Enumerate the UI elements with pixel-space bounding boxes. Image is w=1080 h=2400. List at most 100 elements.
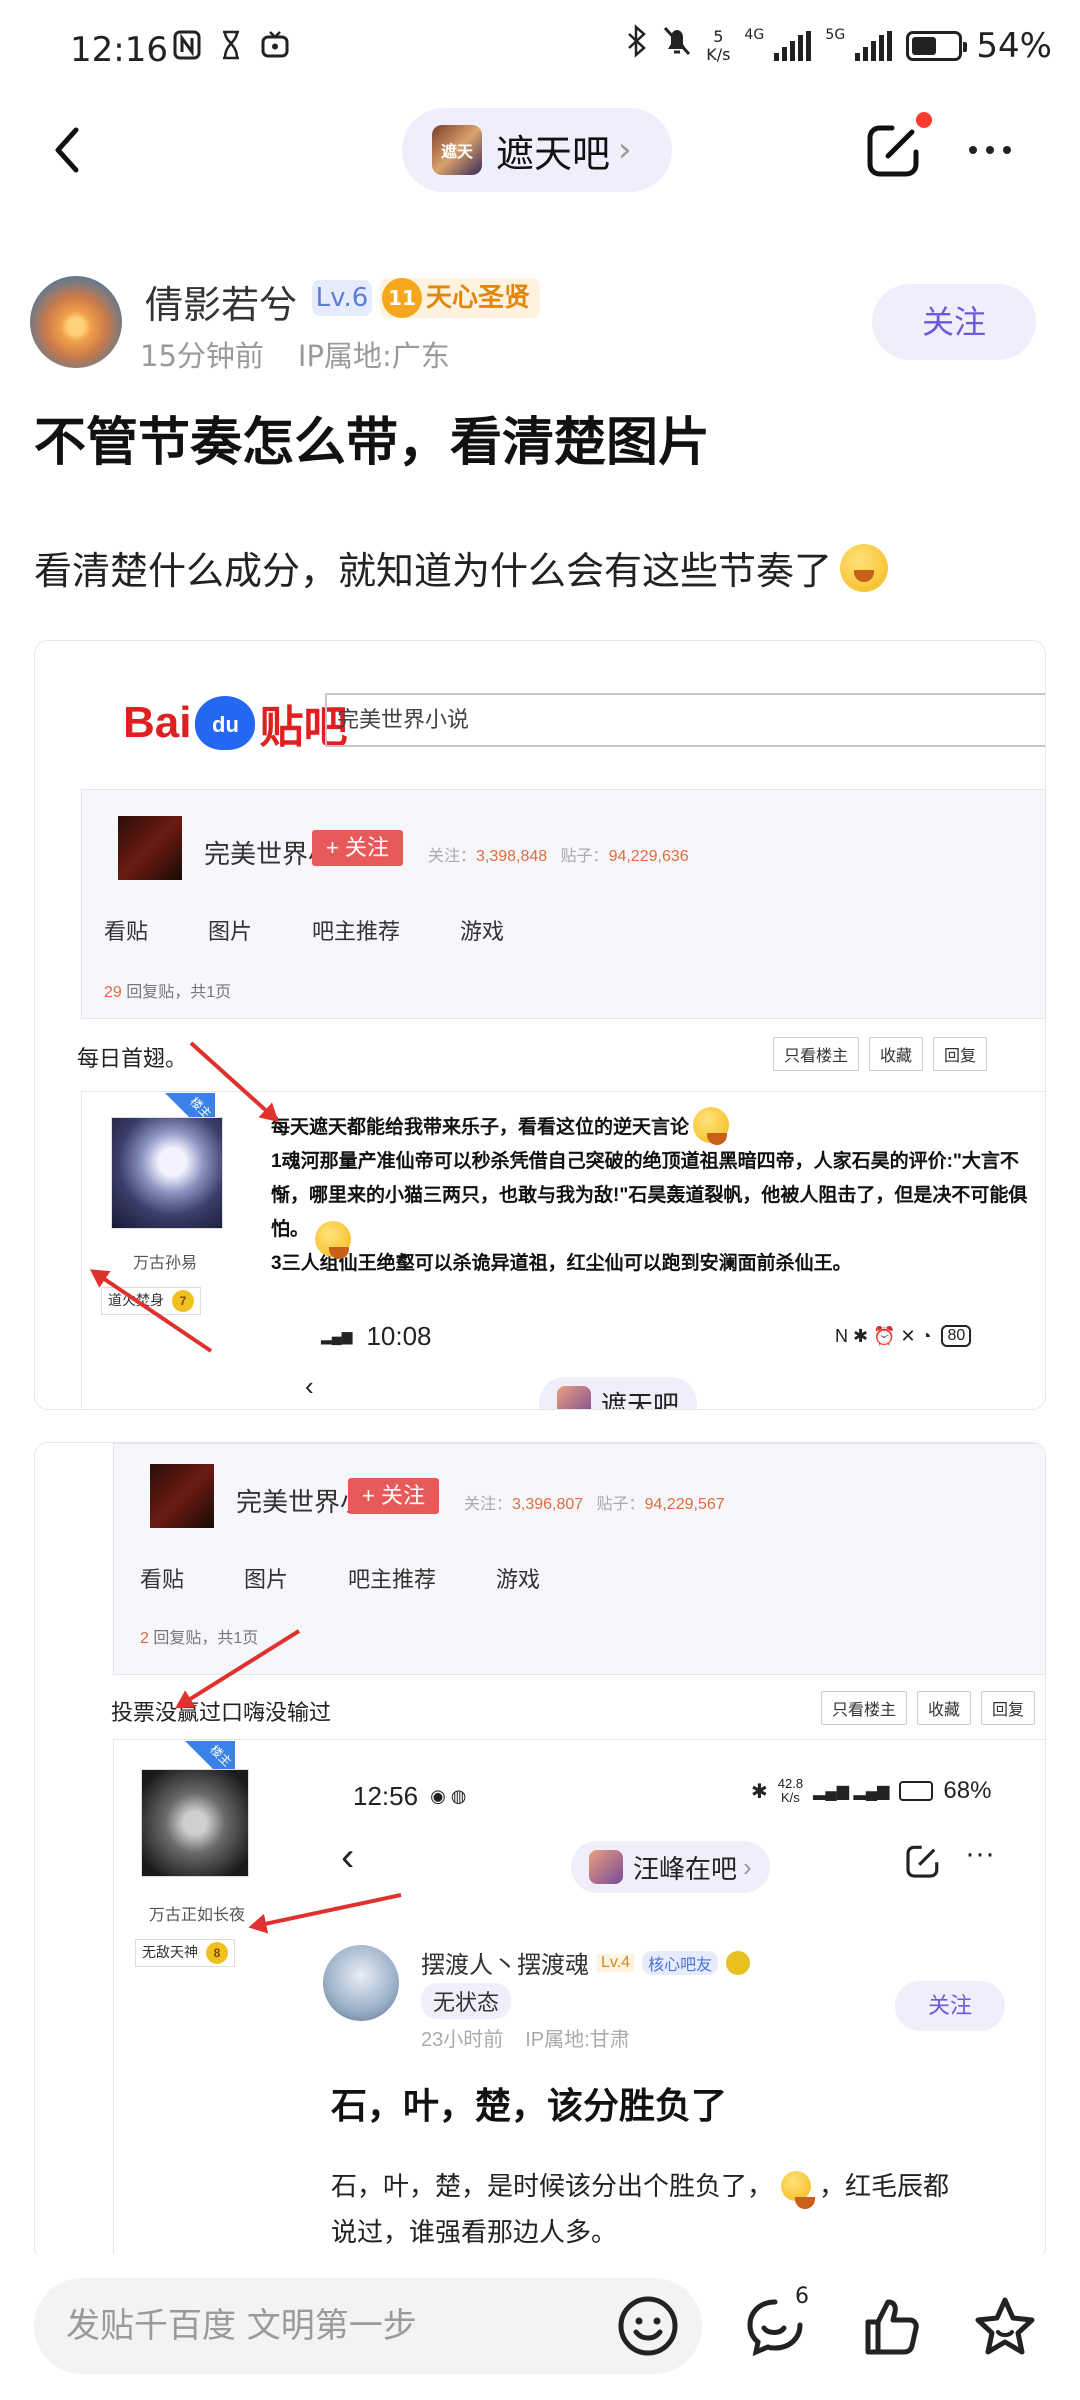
thread-buttons: 只看楼主 收藏 回复 — [773, 1037, 988, 1071]
tab-recommend: 吧主推荐 — [312, 919, 401, 944]
inner-battery: 80 — [941, 1325, 972, 1347]
post-body-text: 看清楚什么成分，就知道为什么会有这些节奏了 — [34, 549, 833, 593]
signal-4g-icon: 4G — [744, 27, 812, 61]
inner-forum-pill: 汪峰在吧 › — [571, 1841, 770, 1893]
tab-posts: 看贴 — [104, 919, 149, 944]
post-content: 每天遮天都能给我带来乐子，看看这位的逆天言论 1魂河那量产准仙帝可以秒杀凭借自己… — [271, 1117, 1028, 1274]
inner-forum-avatar — [589, 1850, 623, 1884]
edit-post-button[interactable] — [862, 118, 926, 182]
smile-emoji-icon — [781, 2171, 816, 2209]
back-button[interactable] — [40, 120, 100, 180]
angry-emoji-icon — [693, 1107, 729, 1145]
post-time: 15分钟前 — [140, 339, 264, 373]
inner-status-tag: 无状态 — [421, 1983, 512, 2019]
inner-forum-pill: 遮天吧 — [539, 1377, 698, 1409]
favorite-star-button[interactable] — [970, 2292, 1040, 2362]
emoji-button[interactable] — [616, 2294, 680, 2358]
inner-status-right: N ✱ ⏰ ✕ ◔ 80 — [835, 1325, 972, 1347]
forum-card: 完美世界小说吧 + 关注 关注：3,396,807 贴子：94,229,567 … — [113, 1443, 1045, 1675]
bluetooth-icon — [626, 24, 648, 67]
inner-signal-icon: ▂▄▆ ▂▄▆ — [813, 1783, 890, 1800]
forum-name: 遮天吧 — [496, 131, 611, 176]
signal-5g-icon: 5G — [825, 27, 893, 61]
inner-post-body: 石，叶，楚，是时候该分出个胜负了， ，红毛辰都 说过，谁强看那边人多。 — [331, 2171, 950, 2247]
forum-avatar: 遮天 — [432, 125, 482, 175]
forum-thumbnail — [118, 816, 182, 880]
forum-stats: 关注：3,396,807 贴子：94,229,567 — [464, 1496, 725, 1513]
post-image-1[interactable]: Bai du 贴吧 完美世界小说 完美世界小说吧 + 关注 关注：3,398,8… — [34, 640, 1046, 1410]
forum-link[interactable]: 遮天 遮天吧 › — [402, 108, 672, 192]
status-right: 5 K/s 4G 5G 54% — [626, 24, 1052, 67]
bottom-action-bar: 发贴千百度 文明第一步 6 — [0, 2254, 1080, 2400]
thumbs-up-icon — [865, 2299, 919, 2355]
level-badge: Lv.6 — [312, 280, 372, 316]
inner-back-icon: ‹ — [305, 1371, 314, 1401]
post-body: 看清楚什么成分，就知道为什么会有这些节奏了 — [34, 540, 889, 595]
inner-forum-avatar — [557, 1386, 591, 1409]
tieba-search-box: 完美世界小说 — [325, 693, 1045, 747]
tv-icon — [260, 30, 290, 64]
title-badge-icon: 11 — [382, 278, 422, 318]
tab-images: 图片 — [208, 919, 253, 944]
author-avatar[interactable] — [30, 276, 122, 368]
forum-stats: 关注：3,398,848 贴子：94,229,636 — [428, 848, 689, 865]
status-left-icons — [172, 30, 290, 64]
reply-button: 回复 — [933, 1037, 988, 1071]
edit-icon — [867, 125, 919, 177]
inner-meta: 23小时前 IP属地:甘肃 — [421, 2029, 630, 2051]
favorite-button: 收藏 — [917, 1691, 972, 1725]
tab-games: 游戏 — [496, 1567, 541, 1592]
tab-posts: 看贴 — [140, 1567, 185, 1592]
top-nav-bar: 遮天 遮天吧 › — [0, 100, 1080, 200]
author-name[interactable]: 倩影若兮 — [145, 274, 297, 329]
reply-count: 29 回复贴，共1页 — [104, 984, 232, 1001]
reply-count: 2 回复贴，共1页 — [140, 1630, 259, 1647]
more-options-button[interactable] — [960, 130, 1020, 170]
inner-author-avatar — [323, 1945, 399, 2021]
comment-count: 6 — [795, 2284, 809, 2309]
star-icon — [975, 2297, 1035, 2355]
mute-bell-icon — [662, 25, 692, 66]
inner-speed: 42.8 K/s — [777, 1776, 804, 1805]
follow-button[interactable]: 关注 — [872, 284, 1036, 360]
notification-n-icon — [172, 30, 202, 64]
smiley-icon — [618, 2296, 678, 2356]
notification-dot — [916, 112, 932, 128]
thread-title: 投票没赢过口嗨没输过 — [111, 1700, 332, 1725]
baidu-paw-icon: du — [195, 696, 256, 750]
title-badge-label: 天心圣贤 — [426, 283, 531, 313]
inner-follow-button: 关注 — [895, 1981, 1005, 2031]
tab-recommend: 吧主推荐 — [348, 1567, 437, 1592]
battery-percent: 54% — [976, 25, 1052, 66]
inner-badge-icon — [726, 1950, 751, 1975]
inner-post-title: 石，叶，楚，该分胜负了 — [331, 2085, 728, 2126]
reply-input[interactable]: 发贴千百度 文明第一步 — [34, 2278, 702, 2374]
forum-follow-button: + 关注 — [312, 830, 403, 866]
inner-status-right: ✱ 42.8 K/s ▂▄▆ ▂▄▆ 68% — [751, 1777, 991, 1805]
forum-tabs: 看贴 图片 吧主推荐 游戏 — [140, 1562, 540, 1594]
inner-edit-icon — [903, 1841, 943, 1888]
thread-buttons: 只看楼主 收藏 回复 — [821, 1691, 1036, 1725]
inner-battery: 68% — [943, 1777, 992, 1804]
chevron-left-icon — [55, 127, 79, 173]
hourglass-icon — [216, 30, 246, 64]
favorite-button: 收藏 — [869, 1037, 924, 1071]
laughing-emoji-icon — [840, 543, 889, 592]
tab-images: 图片 — [244, 1567, 289, 1592]
reply-button: 回复 — [981, 1691, 1036, 1725]
user-rank: 无敌天神 8 — [135, 1939, 235, 1967]
only-op-button: 只看楼主 — [821, 1691, 908, 1725]
inner-back-icon: ‹ — [341, 1835, 355, 1879]
inner-signal-icon: ▂▄▆ — [321, 1328, 353, 1344]
inner-author-row: 摆渡人丶摆渡魂 Lv.4 核心吧友 — [421, 1945, 751, 1980]
battery-icon — [906, 30, 968, 61]
tab-games: 游戏 — [460, 919, 505, 944]
inner-bluetooth-icon: ✱ — [751, 1780, 768, 1803]
inner-icons: N ✱ ⏰ ✕ ◔ — [835, 1325, 932, 1346]
thread-title: 每日首翅。 — [77, 1046, 188, 1071]
network-speed: 5 K/s — [706, 26, 731, 64]
like-button[interactable] — [856, 2292, 926, 2362]
grimace-emoji-icon — [315, 1221, 351, 1259]
post-image-2[interactable]: 完美世界小说吧 + 关注 关注：3,396,807 贴子：94,229,567 … — [34, 1442, 1046, 2262]
user-avatar-image — [141, 1769, 249, 1877]
